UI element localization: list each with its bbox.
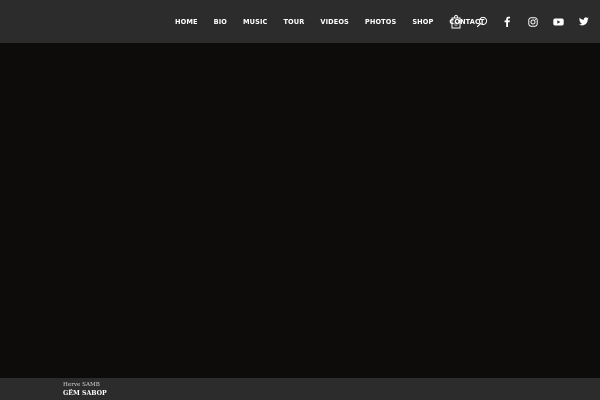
nav-item-music[interactable]: MUSIC bbox=[235, 18, 275, 26]
search-button[interactable] bbox=[470, 12, 494, 32]
instagram-link[interactable] bbox=[521, 12, 545, 32]
site-header: HOME BIO MUSIC TOUR VIDEOS PHOTOS SHOP C… bbox=[0, 0, 600, 43]
nav-item-shop[interactable]: SHOP bbox=[404, 18, 441, 26]
youtube-icon bbox=[552, 18, 564, 25]
cart-button[interactable]: 0 bbox=[444, 12, 468, 32]
instagram-icon bbox=[527, 16, 538, 27]
facebook-link[interactable] bbox=[495, 12, 519, 32]
page: HOME BIO MUSIC TOUR VIDEOS PHOTOS SHOP C… bbox=[0, 0, 600, 400]
twitter-link[interactable] bbox=[572, 12, 596, 32]
nav-item-videos[interactable]: VIDEOS bbox=[312, 18, 357, 26]
facebook-icon bbox=[504, 16, 510, 27]
nav-item-bio[interactable]: BIO bbox=[206, 18, 235, 26]
shopping-bag-icon: 0 bbox=[451, 14, 461, 28]
track-title[interactable]: GËM SABOP bbox=[63, 390, 107, 397]
hero-area bbox=[0, 43, 600, 378]
nav-item-tour[interactable]: TOUR bbox=[275, 18, 312, 26]
track-artist: Herve SAMB bbox=[63, 382, 100, 388]
nav-item-home[interactable]: HOME bbox=[167, 18, 206, 26]
audio-player-bar: Herve SAMB GËM SABOP bbox=[0, 378, 600, 400]
cart-count: 0 bbox=[454, 21, 458, 27]
youtube-link[interactable] bbox=[546, 12, 570, 32]
nav-item-photos[interactable]: PHOTOS bbox=[357, 18, 404, 26]
header-tools: 0 bbox=[444, 0, 597, 43]
search-icon bbox=[476, 16, 487, 27]
twitter-icon bbox=[578, 17, 589, 26]
